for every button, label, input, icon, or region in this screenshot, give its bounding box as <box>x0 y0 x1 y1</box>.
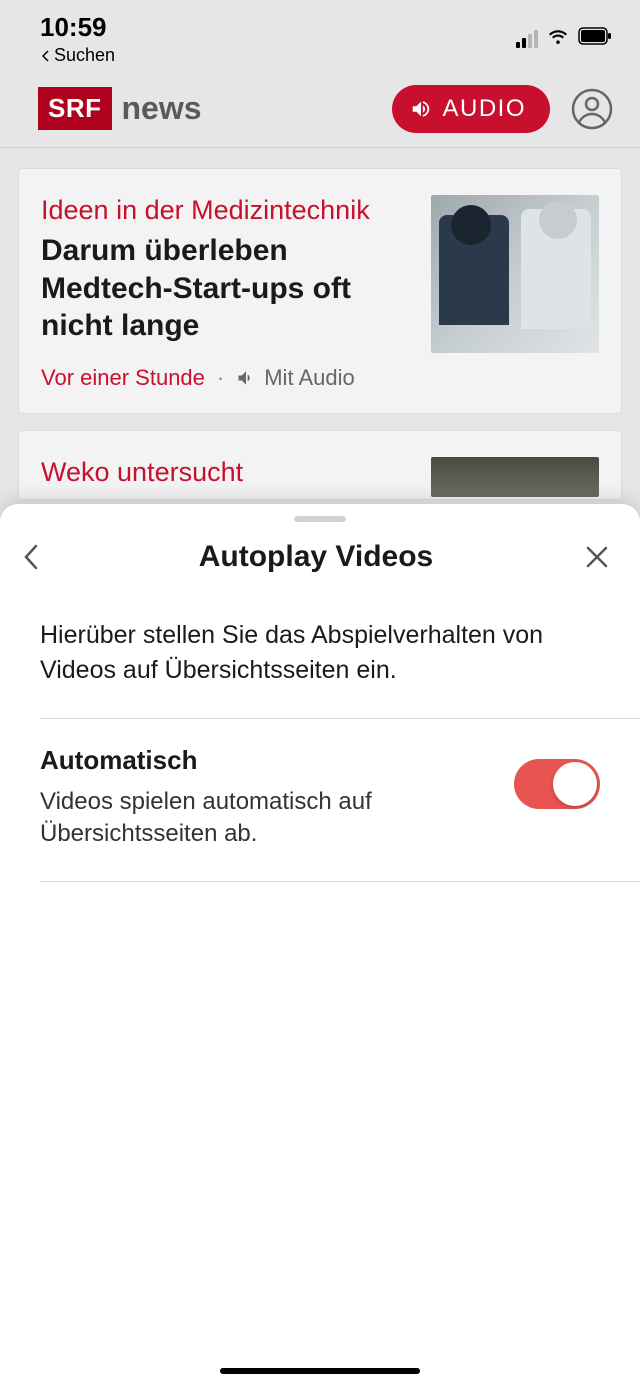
article-meta: Vor einer Stunde · Mit Audio <box>41 365 413 391</box>
status-time: 10:59 <box>40 12 115 43</box>
autoplay-setting-row: Automatisch Videos spielen automatisch a… <box>0 719 640 881</box>
wifi-icon <box>546 24 570 53</box>
article-kicker: Ideen in der Medizintechnik <box>41 195 413 226</box>
article-thumbnail <box>431 195 599 353</box>
article-headline: Darum überleben Medtech-Start-ups oft ni… <box>41 232 413 345</box>
setting-title: Automatisch <box>40 745 494 776</box>
cellular-signal-icon <box>516 30 538 48</box>
status-bar: 10:59 Suchen <box>0 0 640 70</box>
person-circle-icon <box>571 88 613 130</box>
meta-separator: · <box>217 365 224 391</box>
home-indicator[interactable] <box>220 1368 420 1374</box>
speaker-icon <box>410 98 432 120</box>
toggle-knob <box>553 762 597 806</box>
article-audio-tag: Mit Audio <box>236 365 355 391</box>
article-card[interactable]: Weko untersucht <box>18 430 622 500</box>
back-to-search[interactable]: Suchen <box>40 45 115 66</box>
battery-icon <box>578 27 612 50</box>
profile-button[interactable] <box>568 85 616 133</box>
close-icon <box>584 544 610 570</box>
content-area: Ideen in der Medizintechnik Darum überle… <box>0 148 640 520</box>
audio-button[interactable]: AUDIO <box>392 85 550 133</box>
sheet-title: Autoplay Videos <box>199 540 434 574</box>
article-kicker: Weko untersucht <box>41 457 413 488</box>
chevron-left-icon <box>22 542 40 572</box>
article-card[interactable]: Ideen in der Medizintechnik Darum überle… <box>18 168 622 414</box>
divider <box>40 881 640 882</box>
logo-text: news <box>122 90 202 127</box>
article-thumbnail <box>431 457 599 497</box>
back-label: Suchen <box>54 45 115 66</box>
autoplay-toggle[interactable] <box>514 759 600 809</box>
sheet-back-button[interactable] <box>22 542 62 572</box>
srf-logo[interactable]: SRF <box>38 87 112 130</box>
speaker-icon <box>236 368 256 388</box>
setting-description: Videos spielen automatisch auf Übersicht… <box>40 786 494 851</box>
sheet-description: Hierüber stellen Sie das Abspielverhalte… <box>0 598 640 718</box>
audio-label: AUDIO <box>442 95 526 123</box>
sheet-close-button[interactable] <box>570 544 610 570</box>
article-time: Vor einer Stunde <box>41 365 205 391</box>
settings-sheet: Autoplay Videos Hierüber stellen Sie das… <box>0 504 640 1386</box>
app-header: SRF news AUDIO <box>0 70 640 148</box>
